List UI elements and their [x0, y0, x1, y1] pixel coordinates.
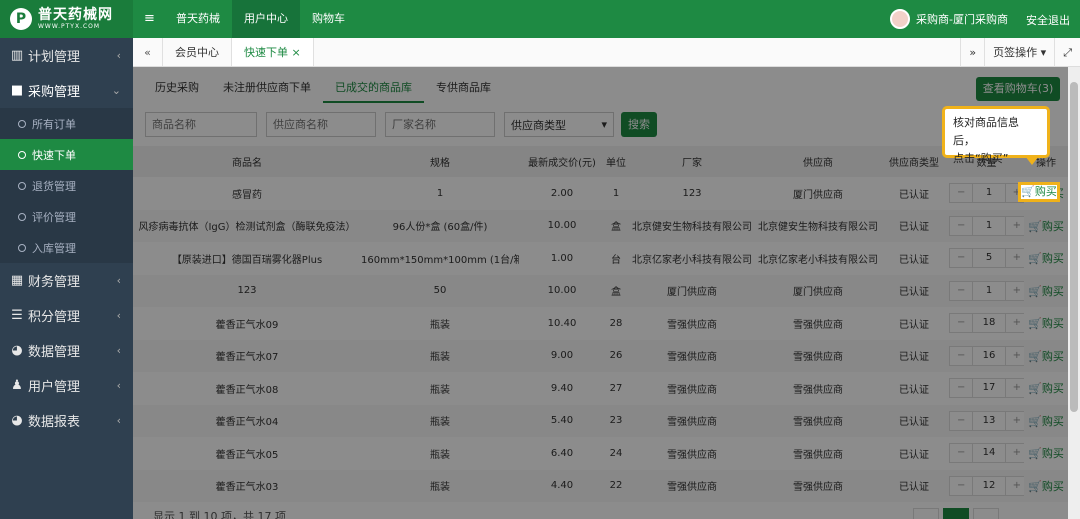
brand-name: 普天药械网 [38, 7, 113, 23]
cart-icon: 🛒 [1021, 185, 1035, 198]
top-bar: P 普天药械网 WWW.PTYX.COM ≡ 普天药械 用户中心 购物车 采购商… [0, 0, 1080, 38]
nav-cart[interactable]: 购物车 [300, 0, 357, 38]
circle-icon [18, 181, 26, 190]
circle-icon [18, 150, 26, 159]
logout-link[interactable]: 安全退出 [1026, 12, 1070, 28]
database-icon: ☰ [11, 308, 23, 323]
menu-toggle-icon[interactable]: ≡ [144, 11, 155, 26]
chevron-left-icon: ‹ [116, 414, 121, 427]
sidebar-item-finance[interactable]: ▦ 财务管理 ‹ [0, 263, 133, 298]
pie-icon: ◕ [11, 343, 23, 358]
close-icon[interactable]: × [292, 46, 301, 59]
scrollbar-thumb[interactable] [1070, 82, 1078, 412]
sidebar-item-purchase[interactable]: ■ 采购管理 ⌄ [0, 73, 133, 108]
double-right-icon[interactable]: » [960, 38, 984, 67]
tab-bar: « 会员中心 快速下单 × » 页签操作 ▾ ⤢ [133, 38, 1080, 67]
avatar [890, 9, 910, 29]
logo[interactable]: P 普天药械网 WWW.PTYX.COM [0, 0, 133, 38]
circle-icon [18, 243, 26, 252]
sidebar-sub-returns[interactable]: 退货管理 [0, 170, 133, 201]
calculator-icon: ▦ [10, 273, 24, 288]
sidebar: ▥ 计划管理 ‹ ■ 采购管理 ⌄ 所有订单 快速下单 退货管理 评价管理 入库管理 ▦… [0, 38, 133, 519]
bag-icon: ■ [10, 83, 24, 98]
top-nav: 普天药械 用户中心 购物车 [164, 0, 357, 38]
sidebar-item-reports[interactable]: ◕ 数据报表 ‹ [0, 403, 133, 438]
chevron-down-icon: ⌄ [111, 84, 121, 97]
tab-member-center[interactable]: 会员中心 [163, 38, 232, 66]
chevron-left-icon: ‹ [116, 49, 121, 62]
sidebar-item-users[interactable]: ♟ 用户管理 ‹ [0, 368, 133, 403]
sidebar-sub-reviews[interactable]: 评价管理 [0, 201, 133, 232]
user-icon: ♟ [11, 378, 23, 393]
chevron-left-icon: ‹ [116, 344, 121, 357]
user-menu[interactable]: 采购商-厦门采购商 [890, 9, 1008, 29]
nav-putian[interactable]: 普天药械 [164, 0, 232, 38]
sidebar-sub-all-orders[interactable]: 所有订单 [0, 108, 133, 139]
sidebar-item-data[interactable]: ◕ 数据管理 ‹ [0, 333, 133, 368]
chevron-left-icon: ‹ [116, 309, 121, 322]
sidebar-sub-quick-order[interactable]: 快速下单 [0, 139, 133, 170]
user-name: 采购商-厦门采购商 [916, 13, 1008, 26]
highlighted-buy-button[interactable]: 🛒购买 [1018, 182, 1060, 202]
pie-icon: ◕ [11, 413, 23, 428]
sidebar-sub-stock-in[interactable]: 入库管理 [0, 232, 133, 263]
tab-quick-order[interactable]: 快速下单 × [232, 38, 314, 66]
sidebar-item-plan[interactable]: ▥ 计划管理 ‹ [0, 38, 133, 73]
brand-url: WWW.PTYX.COM [38, 23, 101, 30]
chevron-left-icon: ‹ [116, 274, 121, 287]
double-left-icon[interactable]: « [133, 38, 163, 66]
logo-icon: P [10, 8, 32, 30]
circle-icon [18, 119, 26, 128]
chevron-left-icon: ‹ [116, 379, 121, 392]
page-ops-dropdown[interactable]: 页签操作 ▾ [984, 38, 1054, 67]
guide-tooltip: 核对商品信息后， 点击“购买” [942, 106, 1050, 165]
sidebar-item-points[interactable]: ☰ 积分管理 ‹ [0, 298, 133, 333]
fullscreen-icon[interactable]: ⤢ [1054, 38, 1080, 67]
purchase-submenu: 所有订单 快速下单 退货管理 评价管理 入库管理 [0, 108, 133, 263]
circle-icon [18, 212, 26, 221]
nav-user-center[interactable]: 用户中心 [232, 0, 300, 38]
guide-overlay [133, 67, 1068, 519]
bar-chart-icon: ▥ [10, 48, 24, 63]
